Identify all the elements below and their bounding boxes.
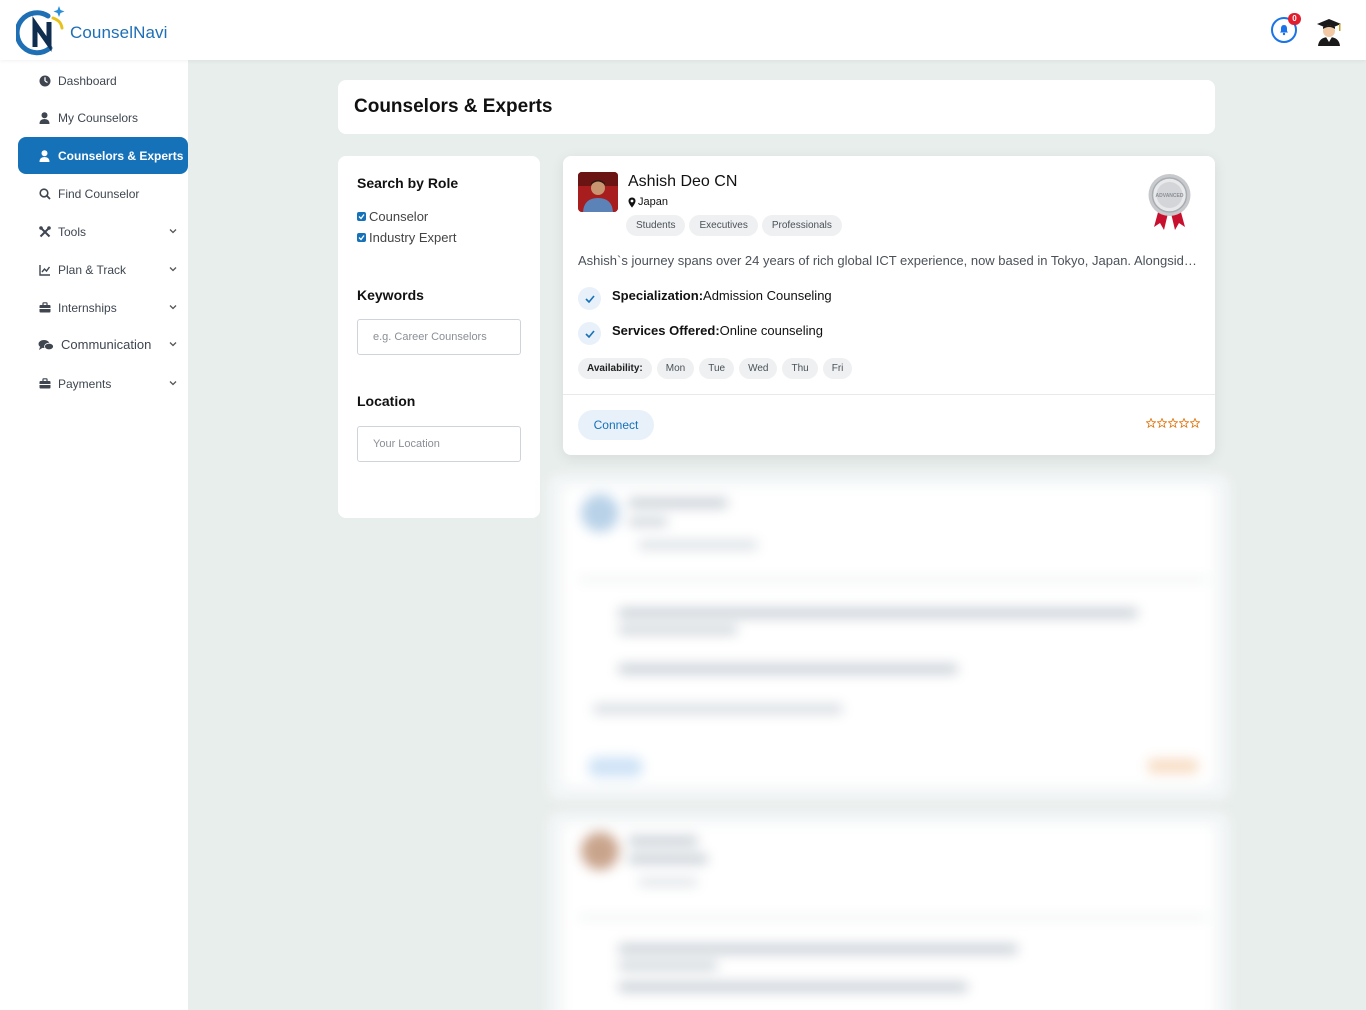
counselor-description: Ashish`s journey spans over 24 years of … xyxy=(578,253,1202,268)
role-label: Industry Expert xyxy=(369,230,457,245)
specialization-line: Specialization: Admission Counseling xyxy=(578,281,832,310)
notification-count-badge: 0 xyxy=(1288,13,1301,25)
card-divider xyxy=(563,394,1215,395)
day-chip: Fri xyxy=(822,358,853,379)
dashboard-icon xyxy=(38,74,51,87)
star-outline-icon xyxy=(1157,418,1167,428)
role-label: Counselor xyxy=(369,209,429,224)
counselor-card: Ashish Deo CN Japan Students Executives … xyxy=(563,156,1215,455)
bell-icon xyxy=(1280,25,1288,36)
briefcase-icon xyxy=(38,377,51,390)
location-text: Japan xyxy=(638,196,668,208)
role-checkbox-industry-expert[interactable]: Industry Expert xyxy=(357,230,456,245)
chevron-down-icon xyxy=(169,229,177,234)
logo-mark-icon xyxy=(16,6,65,56)
sidebar-item-counselors-experts[interactable]: Counselors & Experts xyxy=(18,137,188,174)
page-header-card: Counselors & Experts xyxy=(338,80,1215,134)
brand-name: CounselNavi xyxy=(70,23,168,42)
chevron-down-icon xyxy=(169,381,177,386)
sidebar-item-label: Communication xyxy=(61,337,152,352)
rating-stars xyxy=(1146,418,1200,428)
top-bar: CounselNavi 0 xyxy=(0,0,1366,60)
checkbox-checked-icon[interactable] xyxy=(357,233,366,242)
services-label: Services Offered: xyxy=(612,323,720,338)
sidebar-item-label: Payments xyxy=(58,376,112,391)
star-outline-icon xyxy=(1179,418,1189,428)
day-chip: Mon xyxy=(656,358,695,379)
map-pin-icon xyxy=(628,197,636,207)
comments-icon xyxy=(38,338,54,351)
day-chip: Wed xyxy=(739,358,778,379)
sidebar-item-internships[interactable]: Internships xyxy=(18,289,188,326)
role-checkbox-counselor[interactable]: Counselor xyxy=(357,209,428,224)
tag: Students xyxy=(626,215,686,236)
sidebar-item-payments[interactable]: Payments xyxy=(18,365,188,402)
chevron-down-icon xyxy=(169,305,177,310)
briefcase-icon xyxy=(38,301,51,314)
star-outline-icon xyxy=(1168,418,1178,428)
tag: Professionals xyxy=(761,215,842,236)
counselor-name[interactable]: Ashish Deo CN xyxy=(628,173,737,191)
badge-text: ADVANCED xyxy=(1156,193,1184,199)
chevron-down-icon xyxy=(169,267,177,272)
sidebar: Dashboard My Counselors Counselors & Exp… xyxy=(0,60,188,1010)
sidebar-item-label: My Counselors xyxy=(58,110,139,125)
services-value: Online counseling xyxy=(719,323,824,338)
location-filter-title: Location xyxy=(357,393,416,409)
sidebar-item-find-counselor[interactable]: Find Counselor xyxy=(18,175,188,212)
sidebar-item-label: Counselors & Experts xyxy=(58,148,184,163)
tag: Executives xyxy=(689,215,758,236)
star-outline-icon xyxy=(1190,418,1200,428)
sidebar-item-plan-track[interactable]: Plan & Track xyxy=(18,251,188,288)
user-avatar-icon[interactable] xyxy=(1315,16,1343,46)
audience-tags: Students Executives Professionals xyxy=(626,215,842,236)
sidebar-item-label: Plan & Track xyxy=(58,262,127,277)
specialization-label: Specialization: xyxy=(612,288,704,303)
sidebar-item-dashboard[interactable]: Dashboard xyxy=(18,62,188,99)
locked-counselor-card xyxy=(548,812,1230,1010)
location-input[interactable] xyxy=(357,426,521,462)
locked-counselor-card xyxy=(548,474,1230,800)
services-line: Services Offered: Online counseling xyxy=(578,316,823,345)
check-icon xyxy=(578,287,601,310)
sidebar-item-communication[interactable]: Communication xyxy=(18,326,188,363)
check-icon xyxy=(578,322,601,345)
chart-icon xyxy=(38,263,51,276)
sidebar-item-label: Find Counselor xyxy=(58,186,140,201)
sidebar-item-label: Internships xyxy=(58,300,117,315)
day-chip: Tue xyxy=(699,358,735,379)
keywords-filter-title: Keywords xyxy=(357,287,424,303)
availability-row: Availability: Mon Tue Wed Thu Fri xyxy=(578,358,853,379)
star-outline-icon xyxy=(1146,418,1156,428)
availability-label: Availability: xyxy=(578,358,652,379)
counselor-photo[interactable] xyxy=(578,172,618,212)
user-icon xyxy=(38,149,51,162)
user-icon xyxy=(38,111,51,124)
page-title: Counselors & Experts xyxy=(354,96,553,117)
sidebar-item-tools[interactable]: Tools xyxy=(18,213,188,250)
logo[interactable]: CounselNavi xyxy=(16,6,167,56)
specialization-value: Admission Counseling xyxy=(703,288,832,303)
keywords-input[interactable] xyxy=(357,319,521,355)
tools-icon xyxy=(38,225,51,238)
connect-button[interactable]: Connect xyxy=(578,410,654,440)
day-chip: Thu xyxy=(782,358,818,379)
sidebar-item-label: Tools xyxy=(58,224,87,239)
sidebar-item-label: Dashboard xyxy=(58,73,117,88)
role-filter-title: Search by Role xyxy=(357,175,459,191)
counselor-location: Japan xyxy=(628,196,668,208)
search-icon xyxy=(38,187,51,200)
checkbox-checked-icon[interactable] xyxy=(357,212,366,221)
filter-panel: Search by Role Counselor Industry Expert… xyxy=(338,156,540,518)
advanced-badge-icon: ADVANCED xyxy=(1148,174,1191,230)
sidebar-item-my-counselors[interactable]: My Counselors xyxy=(18,99,188,136)
chevron-down-icon xyxy=(169,342,177,347)
